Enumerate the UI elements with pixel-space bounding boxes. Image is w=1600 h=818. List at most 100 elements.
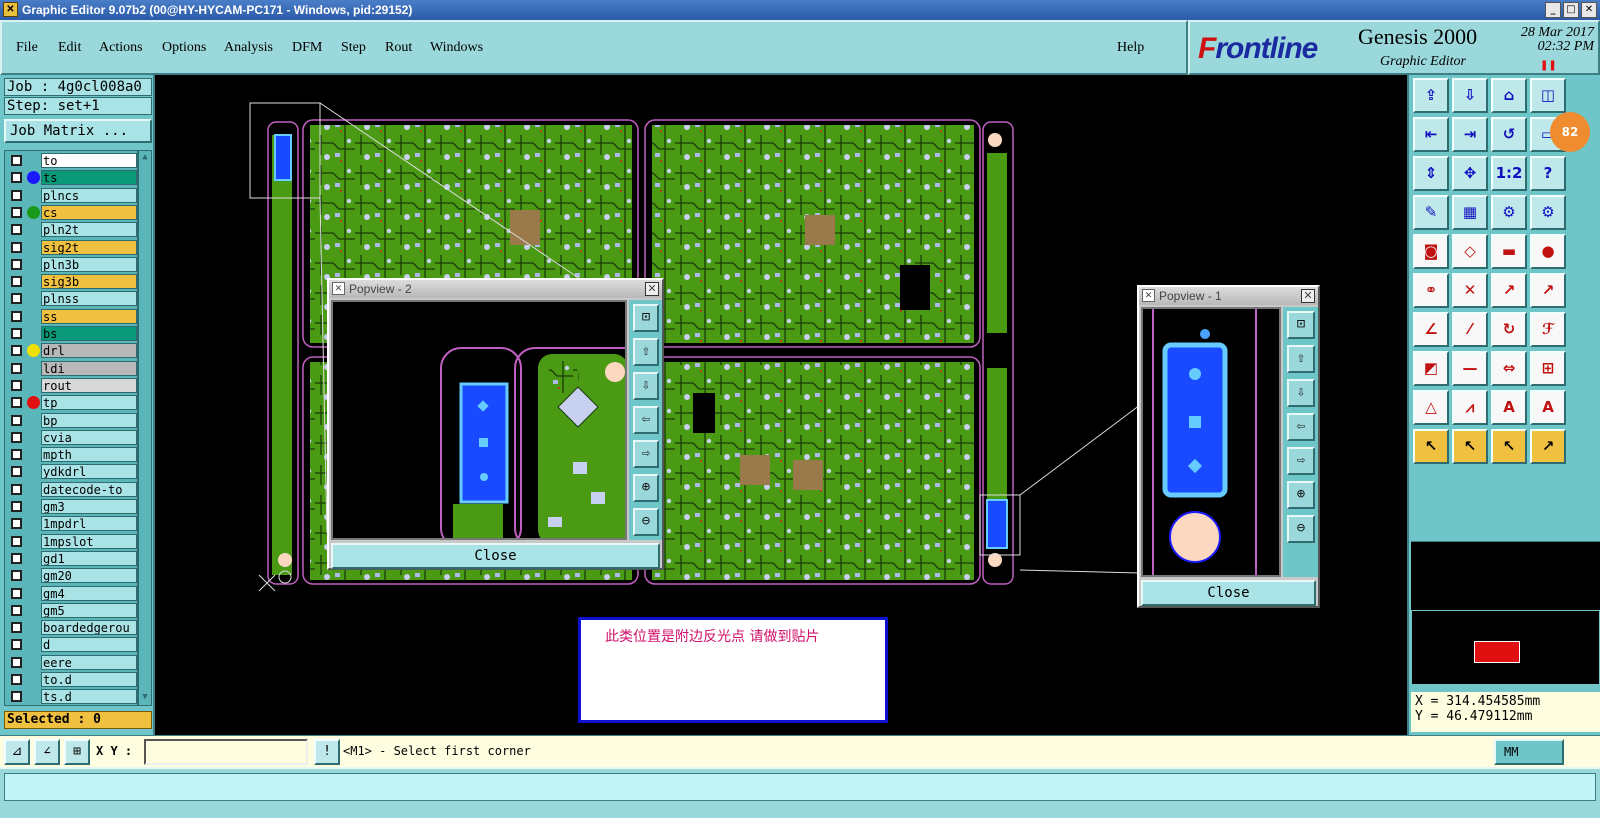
pan-right-icon[interactable]: ⇥ — [1452, 117, 1488, 152]
layer-row[interactable]: pln3b — [5, 256, 137, 272]
layer-name[interactable]: gd1 — [41, 550, 137, 566]
popview-2-close-button[interactable]: Close — [331, 543, 660, 569]
menu-analysis[interactable]: Analysis — [224, 40, 273, 56]
popview-1-titlebar[interactable]: ✕ Popview - 1 ✕ — [1139, 287, 1318, 305]
layer-name[interactable]: sig3b — [41, 274, 137, 290]
layer-row[interactable]: bp — [5, 412, 137, 428]
layer-checkbox[interactable] — [11, 345, 22, 357]
window-icon[interactable]: ◫ — [1530, 78, 1566, 113]
zoom-out-icon[interactable]: ⊖ — [633, 508, 659, 536]
layer-row[interactable]: 1mpdrl — [5, 516, 137, 532]
pointer-select-icon[interactable]: ↖ — [1452, 429, 1488, 464]
layer-checkbox[interactable] — [11, 639, 22, 651]
pan-right-icon[interactable]: ⇨ — [1287, 447, 1315, 475]
feature-icon[interactable]: ℱ — [1530, 312, 1566, 347]
scroll-up-icon[interactable]: ▲ — [140, 152, 150, 164]
layer-checkbox[interactable] — [11, 431, 22, 443]
minimize-button[interactable]: _ — [1545, 2, 1561, 18]
layer-row[interactable]: tp — [5, 395, 137, 411]
layer-checkbox[interactable] — [11, 328, 22, 339]
menu-edit[interactable]: Edit — [58, 40, 81, 56]
layer-row[interactable]: cs — [5, 204, 137, 220]
layer-scrollbar[interactable]: ▲ ▼ — [138, 150, 152, 706]
layer-name[interactable]: rout — [41, 377, 137, 393]
layer-checkbox[interactable] — [11, 587, 22, 599]
layer-checkbox[interactable] — [11, 276, 22, 288]
layer-name[interactable]: ydkdrl — [41, 464, 137, 480]
layer-name[interactable]: 1mpdrl — [41, 516, 137, 532]
layer-name[interactable]: gm3 — [41, 499, 137, 514]
layer-name[interactable]: ss — [41, 308, 137, 324]
layer-checkbox[interactable] — [11, 570, 22, 582]
pan-left-icon[interactable]: ⇤ — [1413, 117, 1449, 152]
menu-windows[interactable]: Windows — [430, 40, 483, 56]
layer-name[interactable]: tp — [41, 395, 137, 411]
zoom-fit-icon[interactable]: ⊡ — [633, 304, 659, 332]
layer-row[interactable]: cvia — [5, 429, 137, 445]
layer-name[interactable]: pln2t — [41, 222, 137, 238]
layer-checkbox[interactable] — [11, 189, 22, 201]
menu-step[interactable]: Step — [341, 40, 366, 56]
layer-row[interactable]: ts — [5, 170, 137, 186]
minimap[interactable] — [1411, 541, 1600, 692]
layer-checkbox[interactable] — [11, 604, 22, 616]
pan-down-icon[interactable]: ⇩ — [633, 372, 659, 400]
layer-row[interactable]: gd1 — [5, 550, 137, 566]
layer-checkbox[interactable] — [11, 379, 22, 391]
layer-row[interactable]: to.d — [5, 672, 137, 687]
layer-checkbox[interactable] — [11, 258, 22, 270]
pad-icon[interactable]: ◙ — [1413, 234, 1449, 269]
move-icon[interactable]: ↗ — [1491, 273, 1527, 308]
job-matrix-button[interactable]: Job Matrix ... — [4, 119, 152, 143]
scroll-down-icon[interactable]: ▼ — [140, 692, 150, 704]
layer-checkbox[interactable] — [11, 483, 22, 495]
layer-row[interactable]: pln2t — [5, 222, 137, 238]
popview-2-close-icon[interactable]: ✕ — [645, 282, 659, 296]
angle-icon[interactable]: ∠ — [1413, 312, 1449, 347]
layer-name[interactable]: to — [41, 153, 137, 168]
layer-name[interactable]: 1mpslot — [41, 533, 137, 549]
layer-name[interactable]: ts — [41, 170, 137, 186]
circle-icon[interactable]: ● — [1530, 234, 1566, 269]
arc-icon[interactable]: ⩘ — [1452, 390, 1488, 425]
layer-name[interactable]: to.d — [41, 672, 137, 687]
maximize-button[interactable]: □ — [1563, 2, 1579, 18]
delete-icon[interactable]: ✕ — [1452, 273, 1488, 308]
layer-row[interactable]: sig2t — [5, 239, 137, 255]
layer-row[interactable]: d — [5, 637, 137, 653]
triangle-icon[interactable]: △ — [1413, 390, 1449, 425]
layer-name[interactable]: bp — [41, 412, 137, 428]
popview-1-close-button[interactable]: Close — [1141, 580, 1316, 606]
zoom-in-icon[interactable]: ⊕ — [1287, 481, 1315, 509]
help-icon[interactable]: ? — [1530, 156, 1566, 191]
zoom-fit-icon[interactable]: ⊡ — [1287, 311, 1315, 339]
undo-icon[interactable]: ↺ — [1491, 117, 1527, 152]
layer-row[interactable]: to — [5, 153, 137, 168]
alert-icon[interactable]: ! — [314, 739, 340, 765]
layer-name[interactable]: bs — [41, 326, 137, 341]
layer-row[interactable]: plnss — [5, 291, 137, 307]
layer-row[interactable]: ss — [5, 308, 137, 324]
layer-checkbox[interactable] — [11, 206, 22, 218]
layer-checkbox[interactable] — [11, 397, 22, 409]
menu-dfm[interactable]: DFM — [292, 40, 322, 56]
xy-input[interactable] — [144, 739, 308, 765]
menu-help[interactable]: Help — [1117, 40, 1144, 56]
rotate-icon[interactable]: ↻ — [1491, 312, 1527, 347]
layer-row[interactable]: ts.d — [5, 689, 137, 705]
layer-row[interactable]: plncs — [5, 187, 137, 203]
layer-name[interactable]: boardedgerou — [41, 620, 137, 636]
line-icon[interactable]: ▬ — [1491, 234, 1527, 269]
layer-checkbox[interactable] — [11, 691, 22, 703]
layer-name[interactable]: sig2t — [41, 239, 137, 255]
pan-up-icon[interactable]: ⇧ — [1287, 345, 1315, 373]
layer-checkbox[interactable] — [11, 656, 22, 668]
layer-checkbox[interactable] — [11, 362, 22, 374]
layer-row[interactable]: mpth — [5, 447, 137, 463]
units-select[interactable]: MM — [1494, 739, 1564, 765]
layer-name[interactable]: plnss — [41, 291, 137, 307]
popview-1-view[interactable] — [1141, 307, 1281, 577]
settings-icon[interactable]: ⚙ — [1491, 195, 1527, 230]
layer-name[interactable]: cs — [41, 204, 137, 220]
layer-name[interactable]: drl — [41, 343, 137, 359]
